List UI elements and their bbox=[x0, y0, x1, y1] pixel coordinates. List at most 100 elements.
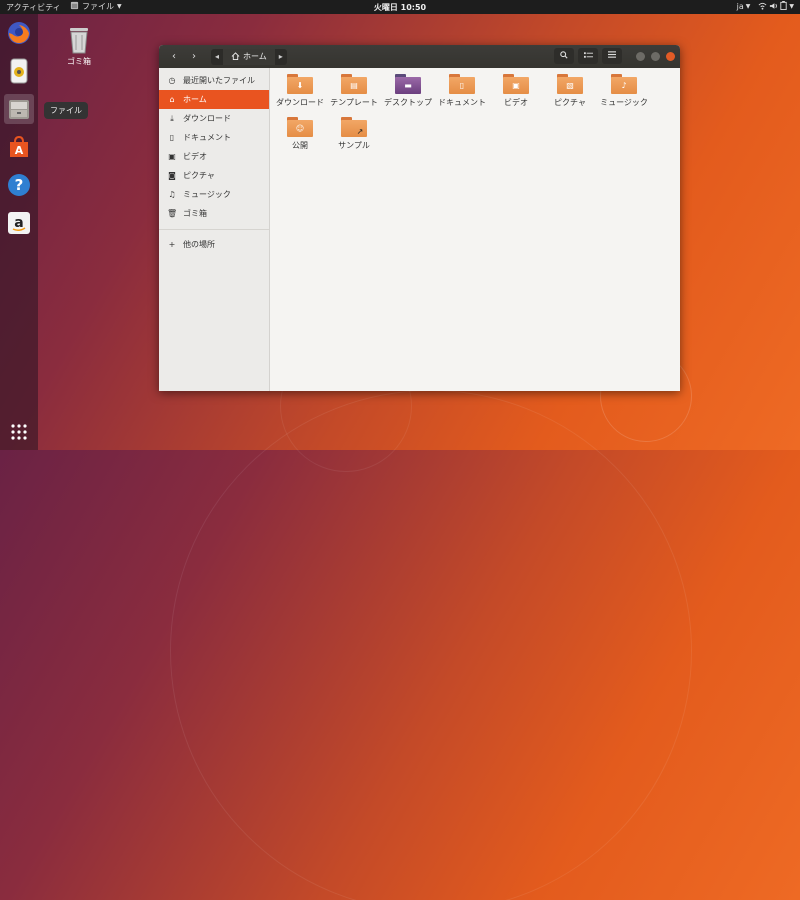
view-toggle-button[interactable] bbox=[578, 48, 598, 64]
sidebar-item-label: ゴミ箱 bbox=[183, 209, 207, 218]
sidebar-item-label: ビデオ bbox=[183, 152, 207, 161]
sidebar-item-documents[interactable]: ▯ ドキュメント bbox=[159, 128, 269, 147]
camera-icon: ◙ bbox=[168, 171, 176, 180]
firefox-icon[interactable] bbox=[4, 18, 34, 48]
file-item[interactable]: ▤ テンプレート bbox=[328, 74, 380, 108]
activities-button[interactable]: アクティビティ bbox=[6, 2, 61, 13]
close-button[interactable] bbox=[666, 51, 675, 61]
status-menu[interactable]: ▼ bbox=[758, 1, 794, 12]
svg-text:?: ? bbox=[15, 176, 24, 194]
sidebar-item-label: ドキュメント bbox=[183, 133, 231, 142]
sidebar-item-home[interactable]: ⌂ ホーム bbox=[159, 90, 269, 109]
menu-button[interactable] bbox=[602, 48, 622, 64]
wallpaper-ring bbox=[170, 390, 692, 900]
path-scroll-left[interactable]: ◂ bbox=[211, 52, 223, 61]
chevron-down-icon: ▼ bbox=[789, 3, 794, 10]
hamburger-icon bbox=[608, 51, 616, 61]
file-item-label: ダウンロード bbox=[276, 98, 324, 107]
file-view: ⬇ ダウンロード ▤ テンプレート ▬ デスクトップ ▯ ドキュメント ▣ ビデ… bbox=[270, 68, 680, 391]
file-item[interactable]: ▣ ビデオ bbox=[490, 74, 542, 108]
video-icon: ▣ bbox=[168, 152, 176, 161]
svg-text:A: A bbox=[15, 144, 24, 157]
forward-button[interactable]: › bbox=[185, 49, 203, 65]
svg-text:a: a bbox=[14, 215, 23, 231]
language-indicator[interactable]: ja ▼ bbox=[737, 2, 751, 11]
files-dock-icon[interactable] bbox=[4, 94, 34, 124]
chevron-right-icon: › bbox=[192, 51, 196, 62]
maximize-button[interactable] bbox=[651, 51, 660, 61]
app-menu-label: ファイル bbox=[82, 2, 114, 11]
file-item[interactable]: ⬇ ダウンロード bbox=[274, 74, 326, 108]
trash-icon bbox=[62, 26, 96, 56]
sidebar-item-label: ミュージック bbox=[183, 190, 231, 199]
sidebar-item-label: 最近開いたファイル bbox=[183, 76, 255, 85]
rhythmbox-icon[interactable] bbox=[4, 56, 34, 86]
file-item-label: ミュージック bbox=[600, 98, 648, 107]
desktop-folder-icon: ▬ bbox=[395, 74, 421, 94]
clock[interactable]: 火曜日 10:50 bbox=[374, 3, 426, 12]
language-label: ja bbox=[736, 2, 744, 11]
battery-icon bbox=[780, 1, 788, 12]
file-item[interactable]: ▧ ピクチャ bbox=[544, 74, 596, 108]
back-button[interactable]: ‹ bbox=[165, 49, 183, 65]
file-item-label: ビデオ bbox=[504, 98, 528, 107]
search-button[interactable] bbox=[554, 48, 574, 64]
file-item[interactable]: ☺ 公開 bbox=[274, 117, 326, 151]
top-bar: アクティビティ ファイル ▼ 火曜日 10:50 ja ▼ ▼ bbox=[0, 0, 800, 14]
path-home-label: ホーム bbox=[243, 52, 267, 61]
network-icon bbox=[758, 2, 767, 12]
software-center-icon[interactable]: A bbox=[4, 132, 34, 162]
trash-icon: 🗑 bbox=[167, 209, 178, 218]
sidebar-item-label: 他の場所 bbox=[183, 240, 215, 249]
sidebar-item-pictures[interactable]: ◙ ピクチャ bbox=[159, 166, 269, 185]
files-app-icon bbox=[70, 1, 79, 12]
sidebar-item-recent[interactable]: ◷ 最近開いたファイル bbox=[159, 71, 269, 90]
desktop-trash-label: ゴミ箱 bbox=[67, 57, 91, 66]
chevron-down-icon: ▼ bbox=[117, 3, 122, 10]
music-icon: ♫ bbox=[168, 190, 176, 199]
file-item-label: ドキュメント bbox=[438, 98, 486, 107]
file-item[interactable]: ↗ サンプル bbox=[328, 117, 380, 151]
download-icon: ⤓ bbox=[170, 113, 174, 123]
volume-icon bbox=[769, 2, 778, 12]
file-item-label: 公開 bbox=[292, 141, 308, 150]
system-tray: ja ▼ ▼ bbox=[737, 1, 794, 12]
file-item[interactable]: ▬ デスクトップ bbox=[382, 74, 434, 108]
sidebar-item-trash[interactable]: 🗑 ゴミ箱 bbox=[159, 204, 269, 223]
templates-folder-icon: ▤ bbox=[341, 74, 367, 94]
help-icon[interactable]: ? bbox=[4, 170, 34, 200]
sidebar-divider bbox=[159, 229, 269, 230]
desktop-trash[interactable]: ゴミ箱 bbox=[62, 26, 96, 67]
sidebar-item-label: ホーム bbox=[183, 95, 207, 104]
chevron-down-icon: ▼ bbox=[745, 3, 751, 10]
path-scroll-right[interactable]: ▸ bbox=[275, 52, 287, 61]
show-applications-icon[interactable] bbox=[4, 417, 34, 447]
chevron-left-icon: ‹ bbox=[172, 51, 176, 62]
file-item[interactable]: ▯ ドキュメント bbox=[436, 74, 488, 108]
file-item-label: ピクチャ bbox=[554, 98, 586, 107]
home-icon: ⌂ bbox=[169, 95, 175, 104]
list-view-icon bbox=[583, 51, 593, 62]
file-item[interactable]: ♪ ミュージック bbox=[598, 74, 650, 108]
file-item-label: デスクトップ bbox=[384, 98, 432, 107]
documents-folder-icon: ▯ bbox=[449, 74, 475, 94]
minimize-button[interactable] bbox=[636, 51, 645, 61]
app-menu[interactable]: ファイル ▼ bbox=[70, 1, 122, 12]
sidebar-item-music[interactable]: ♫ ミュージック bbox=[159, 185, 269, 204]
path-bar: ◂ ホーム ▸ bbox=[211, 48, 287, 65]
sidebar-item-downloads[interactable]: ⤓ ダウンロード bbox=[159, 109, 269, 128]
home-icon bbox=[231, 51, 240, 62]
videos-folder-icon: ▣ bbox=[503, 74, 529, 94]
public-folder-icon: ☺ bbox=[287, 117, 313, 137]
file-item-label: サンプル bbox=[338, 141, 370, 150]
path-home-button[interactable]: ホーム bbox=[223, 48, 275, 65]
sidebar-item-other-locations[interactable]: + 他の場所 bbox=[159, 235, 269, 254]
sidebar: ◷ 最近開いたファイル ⌂ ホーム ⤓ ダウンロード ▯ ドキュメント ▣ ビデ… bbox=[159, 68, 270, 391]
file-item-label: テンプレート bbox=[330, 98, 378, 107]
amazon-icon[interactable]: a bbox=[4, 208, 34, 238]
sidebar-item-label: ピクチャ bbox=[183, 171, 215, 180]
triangle-right-icon: ▸ bbox=[278, 52, 283, 61]
sidebar-item-label: ダウンロード bbox=[183, 114, 231, 123]
sidebar-item-videos[interactable]: ▣ ビデオ bbox=[159, 147, 269, 166]
triangle-left-icon: ◂ bbox=[214, 52, 219, 61]
